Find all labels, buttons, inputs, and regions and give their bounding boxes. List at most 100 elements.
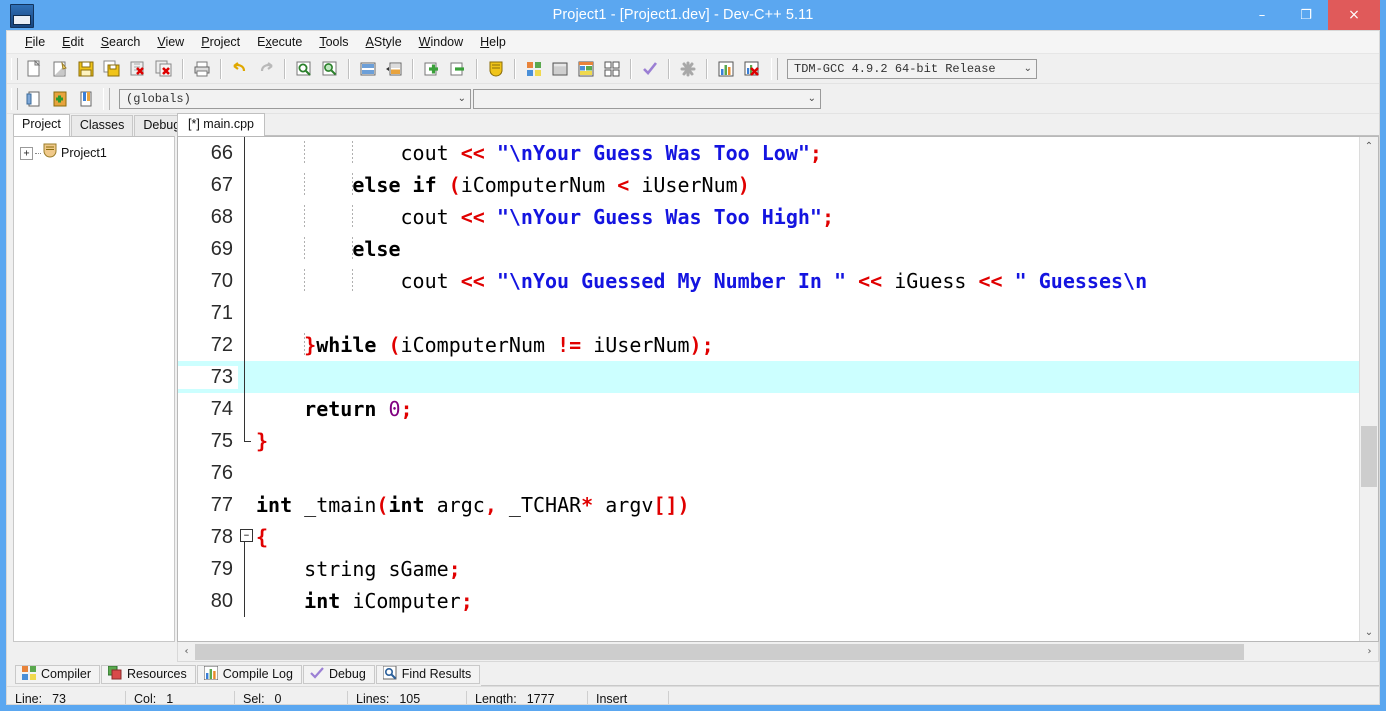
code-line[interactable]: 69 else [178,233,1359,265]
fold-column[interactable] [238,297,252,329]
fold-column[interactable] [238,553,252,585]
menu-window[interactable]: Window [411,33,472,51]
open-file-icon[interactable] [49,58,71,80]
scroll-right-icon[interactable]: › [1361,643,1378,661]
code-editor[interactable]: 66 cout << "\nYour Guess Was Too Low"; 67… [178,137,1359,641]
menu-astyle[interactable]: AStyle [358,33,411,51]
fold-column[interactable] [238,457,252,489]
code-line[interactable]: 74 return 0; [178,393,1359,425]
code-line[interactable]: 71 [178,297,1359,329]
stop-execution-icon[interactable] [677,58,699,80]
maximize-button[interactable]: ❐ [1284,0,1328,30]
fold-column[interactable] [238,265,252,297]
fold-column[interactable] [238,585,252,617]
rebuild-all-icon[interactable] [601,58,623,80]
delete-profile-icon[interactable] [741,58,763,80]
add-to-project-icon[interactable] [421,58,443,80]
toolbar-grip[interactable] [103,87,110,110]
tab-compiler[interactable]: Compiler [15,664,101,684]
editor-horizontal-scrollbar[interactable]: ‹ › [177,642,1379,662]
redo-icon[interactable] [255,58,277,80]
close-button[interactable]: × [1328,0,1380,30]
compiler-set-combo[interactable]: TDM-GCC 4.9.2 64-bit Release ⌄ [787,58,1037,79]
fold-column[interactable] [238,233,252,265]
code-line[interactable]: 67 else if (iComputerNum < iUserNum) [178,169,1359,201]
project-options-icon[interactable] [485,58,507,80]
new-file-icon[interactable] [23,58,45,80]
horizontal-scroll-track[interactable] [195,643,1361,661]
run-icon[interactable] [549,58,571,80]
fold-column[interactable] [238,137,252,169]
vertical-scroll-track[interactable] [1360,155,1378,623]
fold-column[interactable] [238,393,252,425]
compile-icon[interactable] [523,58,545,80]
code-line[interactable]: 73 [178,361,1359,393]
tab-project[interactable]: Project [13,114,70,136]
print-icon[interactable] [191,58,213,80]
toolbar-grip[interactable] [771,57,778,80]
scroll-down-icon[interactable]: ⌄ [1360,623,1378,641]
profile-icon[interactable] [715,58,737,80]
insert-icon[interactable] [49,88,71,110]
code-line[interactable]: 76 [178,457,1359,489]
menu-execute[interactable]: Execute [249,33,311,51]
code-line[interactable]: 80 int iComputer; [178,585,1359,617]
goto-class-browser-icon[interactable] [23,88,45,110]
fold-column[interactable] [238,425,252,457]
close-all-icon[interactable] [153,58,175,80]
code-line[interactable]: 79 string sGame; [178,553,1359,585]
toolbar-grip[interactable] [11,87,18,110]
menu-edit[interactable]: Edit [54,33,93,51]
fold-column[interactable] [238,361,252,393]
find-icon[interactable] [293,58,315,80]
tab-debug-panel[interactable]: Debug [302,664,375,684]
close-file-icon[interactable] [127,58,149,80]
minimize-button[interactable]: – [1240,0,1284,30]
toggle-bookmark-icon[interactable] [75,88,97,110]
editor-vertical-scrollbar[interactable]: ⌃ ⌄ [1359,137,1378,641]
save-all-icon[interactable] [101,58,123,80]
goto-line-icon[interactable] [357,58,379,80]
fold-column[interactable] [238,329,252,361]
tab-main-cpp[interactable]: [*] main.cpp [177,113,266,136]
toolbar-grip[interactable] [11,57,18,80]
code-line[interactable]: 68 cout << "\nYour Guess Was Too High"; [178,201,1359,233]
code-line[interactable]: 78−{ [178,521,1359,553]
undo-icon[interactable] [229,58,251,80]
menu-search[interactable]: Search [93,33,150,51]
tab-compile-log[interactable]: Compile Log [196,664,302,684]
fold-column[interactable]: − [238,521,253,553]
syntax-check-icon[interactable] [639,58,661,80]
scroll-up-icon[interactable]: ⌃ [1360,137,1378,155]
expand-icon[interactable]: + [20,146,33,160]
code-line[interactable]: 66 cout << "\nYour Guess Was Too Low"; [178,137,1359,169]
menu-help[interactable]: Help [472,33,515,51]
horizontal-scroll-thumb[interactable] [195,643,1245,660]
replace-icon[interactable] [319,58,341,80]
tab-classes[interactable]: Classes [70,115,134,136]
menu-file[interactable]: File [17,33,54,51]
menu-view[interactable]: View [149,33,193,51]
remove-from-project-icon[interactable] [447,58,469,80]
fold-column[interactable] [238,489,252,521]
fold-column[interactable] [238,169,252,201]
code-line[interactable]: 77 int _tmain(int argc, _TCHAR* argv[]) [178,489,1359,521]
fold-column[interactable] [238,201,252,233]
scope-combo[interactable]: (globals) ⌄ [119,88,471,109]
vertical-scroll-thumb[interactable] [1361,426,1377,488]
menu-project[interactable]: Project [193,33,249,51]
member-combo[interactable]: ⌄ [473,88,821,109]
tab-find-results[interactable]: Find Results [375,664,481,684]
indent-guide [352,269,354,293]
code-line[interactable]: 70 cout << "\nYou Guessed My Number In "… [178,265,1359,297]
scroll-left-icon[interactable]: ‹ [178,643,195,661]
save-file-icon[interactable] [75,58,97,80]
code-line[interactable]: 72 }while (iComputerNum != iUserNum); [178,329,1359,361]
tree-item-project1[interactable]: + Project1 [14,143,174,163]
menu-tools[interactable]: Tools [311,33,357,51]
project-tree[interactable]: + Project1 [13,136,175,642]
tab-resources[interactable]: Resources [101,664,196,684]
goto-function-icon[interactable] [383,58,405,80]
code-line[interactable]: 75} [178,425,1359,457]
compile-and-run-icon[interactable] [575,58,597,80]
